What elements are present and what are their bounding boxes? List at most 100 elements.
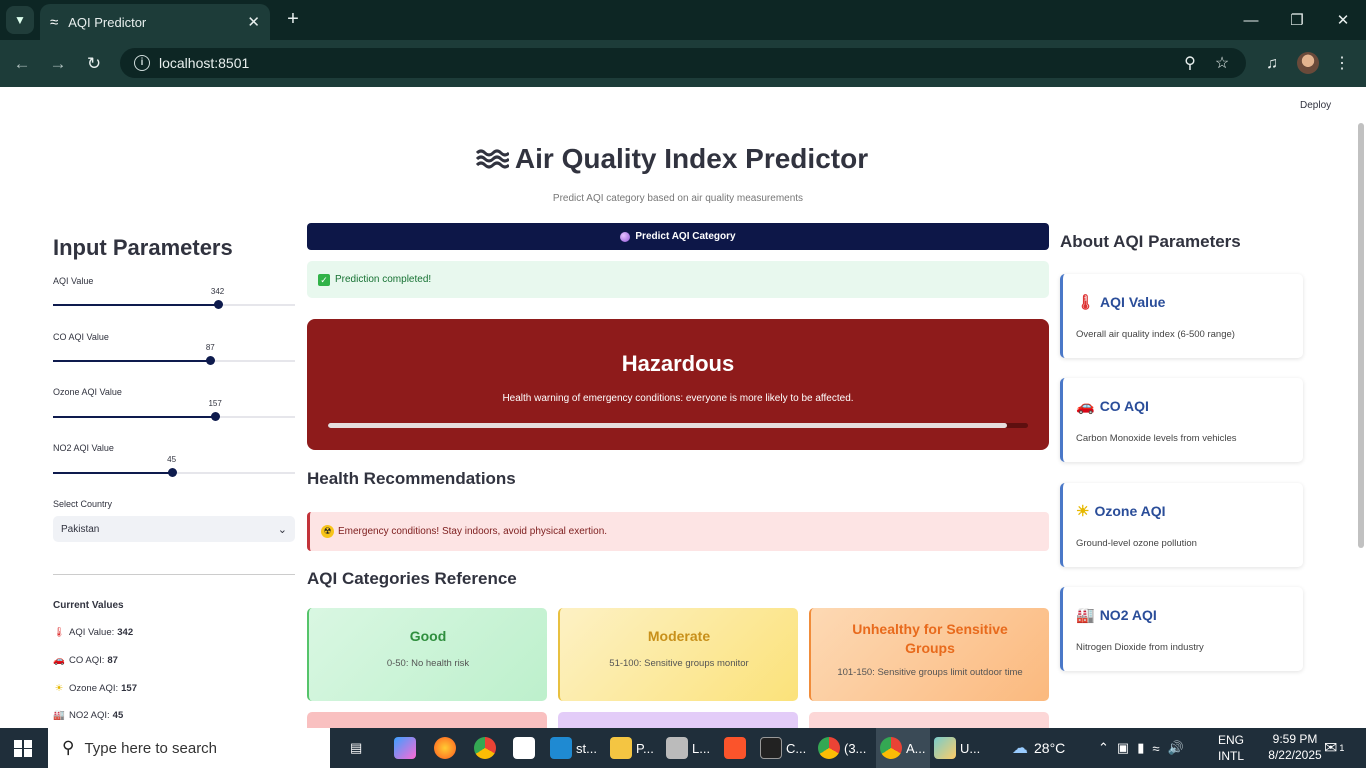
tab-search-button[interactable]: ▼ bbox=[6, 6, 34, 34]
maximize-button[interactable]: ❐ bbox=[1274, 0, 1320, 40]
chrome-window-1[interactable]: (3... bbox=[818, 736, 866, 760]
app-label: (3... bbox=[844, 740, 867, 756]
category-card-partial bbox=[558, 712, 798, 728]
back-button[interactable]: ← bbox=[10, 52, 34, 76]
crystal-ball-icon bbox=[620, 231, 631, 242]
sun-icon: ☀ bbox=[54, 683, 64, 694]
page-scrollbar[interactable] bbox=[1358, 123, 1364, 548]
result-progress-bar bbox=[328, 423, 1028, 428]
taskbar-search-box[interactable]: ⚲ Type here to search bbox=[48, 728, 330, 768]
predict-button[interactable]: Predict AQI Category bbox=[307, 223, 1049, 250]
info-icon[interactable]: i bbox=[134, 55, 150, 71]
battery-icon[interactable]: ▮ bbox=[1137, 740, 1144, 756]
success-text: Prediction completed! bbox=[335, 274, 432, 285]
browser-tab-active[interactable]: ≈ AQI Predictor ✕ bbox=[40, 4, 270, 40]
address-bar[interactable]: i localhost:8501 bbox=[120, 48, 1246, 78]
about-card-title: Ozone AQI bbox=[1094, 503, 1166, 519]
page-title-text: Air Quality Index Predictor bbox=[514, 143, 869, 174]
bookmark-star-icon[interactable]: ☆ bbox=[1210, 52, 1234, 76]
slider-thumb[interactable] bbox=[213, 300, 223, 309]
search-icon: ⚲ bbox=[62, 738, 75, 757]
slider-no2[interactable]: 45 bbox=[53, 455, 295, 477]
factory-icon: 🏭 bbox=[1076, 607, 1095, 624]
predict-button-label: Predict AQI Category bbox=[635, 231, 736, 242]
about-card-desc: Carbon Monoxide levels from vehicles bbox=[1076, 433, 1237, 444]
slider-ozone[interactable]: 157 bbox=[53, 399, 295, 421]
current-co: 🚗 CO AQI: 87 bbox=[53, 655, 118, 666]
language-indicator[interactable]: ENG INTL bbox=[1218, 728, 1244, 768]
chrome-window-active[interactable]: A... bbox=[876, 728, 930, 768]
tradingview-icon[interactable] bbox=[513, 736, 539, 760]
forward-button[interactable]: → bbox=[46, 52, 70, 76]
slider-aqi[interactable]: 342 bbox=[53, 287, 295, 309]
zoom-icon[interactable]: ⚲ bbox=[1178, 52, 1202, 76]
slider-value: 87 bbox=[205, 343, 215, 352]
sun-icon: ☀ bbox=[1076, 503, 1090, 520]
url-text: localhost:8501 bbox=[159, 55, 250, 71]
about-card-title: NO2 AQI bbox=[1099, 607, 1157, 623]
camera-icon[interactable]: ▣ bbox=[1117, 740, 1129, 756]
wifi-icon[interactable]: ≈ bbox=[1152, 741, 1159, 756]
tray-icons[interactable]: ⌃ ▣ ▮ ≈ 🔊 bbox=[1098, 728, 1184, 768]
car-icon: 🚗 bbox=[53, 655, 65, 666]
paint-app[interactable]: U... bbox=[934, 736, 980, 760]
slider-label-aqi: AQI Value bbox=[53, 276, 94, 286]
factory-icon: 🏭 bbox=[53, 710, 65, 721]
windows-start-icon[interactable] bbox=[14, 740, 32, 757]
chrome-icon bbox=[880, 737, 902, 759]
chrome-icon[interactable] bbox=[474, 736, 500, 760]
category-range: 101-150: Sensitive groups limit outdoor … bbox=[837, 667, 1023, 678]
slider-thumb[interactable] bbox=[211, 412, 221, 421]
slider-thumb[interactable] bbox=[206, 356, 216, 365]
current-no2: 🏭 NO2 AQI: 45 bbox=[53, 710, 123, 721]
current-aqi-label: AQI Value: bbox=[69, 627, 115, 638]
page-subtitle: Predict AQI category based on air qualit… bbox=[552, 193, 804, 204]
current-ozone: ☀ Ozone AQI: 157 bbox=[53, 683, 137, 694]
new-tab-button[interactable]: + bbox=[282, 8, 304, 30]
deploy-button[interactable]: Deploy bbox=[1300, 100, 1331, 111]
copilot-icon[interactable] bbox=[394, 736, 420, 760]
media-control-icon[interactable]: ♫ bbox=[1260, 52, 1284, 76]
tab-strip: ▼ ≈ AQI Predictor ✕ + — ❐ ✕ bbox=[0, 0, 1366, 40]
country-select[interactable]: Pakistan ⌄ bbox=[53, 516, 295, 542]
slider-label-no2: NO2 AQI Value bbox=[53, 443, 114, 453]
slider-fill bbox=[53, 360, 211, 362]
category-card-usg: Unhealthy for Sensitive Groups 101-150: … bbox=[809, 608, 1049, 701]
minimize-button[interactable]: — bbox=[1228, 0, 1274, 40]
profile-avatar[interactable] bbox=[1297, 52, 1319, 74]
brave-icon[interactable] bbox=[724, 736, 750, 760]
health-recommendations-title: Health Recommendations bbox=[307, 469, 516, 488]
browser-menu-icon[interactable]: ⋮ bbox=[1330, 52, 1354, 76]
slider-fill bbox=[53, 416, 216, 418]
volume-icon[interactable]: 🔊 bbox=[1168, 740, 1184, 756]
vscode-app[interactable]: st... bbox=[550, 736, 597, 760]
close-icon[interactable]: ✕ bbox=[247, 13, 260, 31]
category-card-partial bbox=[307, 712, 547, 728]
notification-button[interactable]: ✉ 1 bbox=[1324, 728, 1344, 768]
slider-co[interactable]: 87 bbox=[53, 343, 295, 365]
language-text: ENG bbox=[1218, 733, 1245, 747]
about-card-aqi: 🌡 AQI Value Overall air quality index (6-… bbox=[1060, 274, 1303, 358]
about-card-desc: Nitrogen Dioxide from industry bbox=[1076, 642, 1204, 653]
windows-taskbar: ⚲ Type here to search ▤ st... P... L... … bbox=[0, 728, 1366, 768]
chevron-up-icon[interactable]: ⌃ bbox=[1098, 740, 1109, 756]
explorer-app[interactable]: P... bbox=[610, 736, 654, 760]
car-icon: 🚗 bbox=[1076, 398, 1095, 415]
weather-widget[interactable]: ☁ 28°C bbox=[1012, 728, 1065, 768]
firefox-icon[interactable] bbox=[434, 736, 460, 760]
tab-title: AQI Predictor bbox=[68, 14, 147, 30]
current-no2-label: NO2 AQI: bbox=[69, 710, 110, 721]
country-select-value: Pakistan bbox=[61, 523, 100, 535]
current-aqi-value: 342 bbox=[117, 627, 134, 638]
reload-button[interactable]: ↻ bbox=[82, 52, 106, 76]
close-window-button[interactable]: ✕ bbox=[1320, 0, 1366, 40]
slider-thumb[interactable] bbox=[167, 468, 177, 477]
about-card-ozone: ☀ Ozone AQI Ground-level ozone pollution bbox=[1060, 483, 1303, 567]
current-aqi: 🌡 AQI Value: 342 bbox=[53, 627, 133, 638]
slider-fill bbox=[53, 472, 172, 474]
check-icon: ✓ bbox=[318, 273, 330, 286]
terminal-app[interactable]: C... bbox=[760, 736, 806, 760]
task-view-icon[interactable]: ▤ bbox=[350, 736, 362, 760]
layout-text: INTL bbox=[1218, 749, 1245, 763]
disk-app[interactable]: L... bbox=[666, 736, 710, 760]
